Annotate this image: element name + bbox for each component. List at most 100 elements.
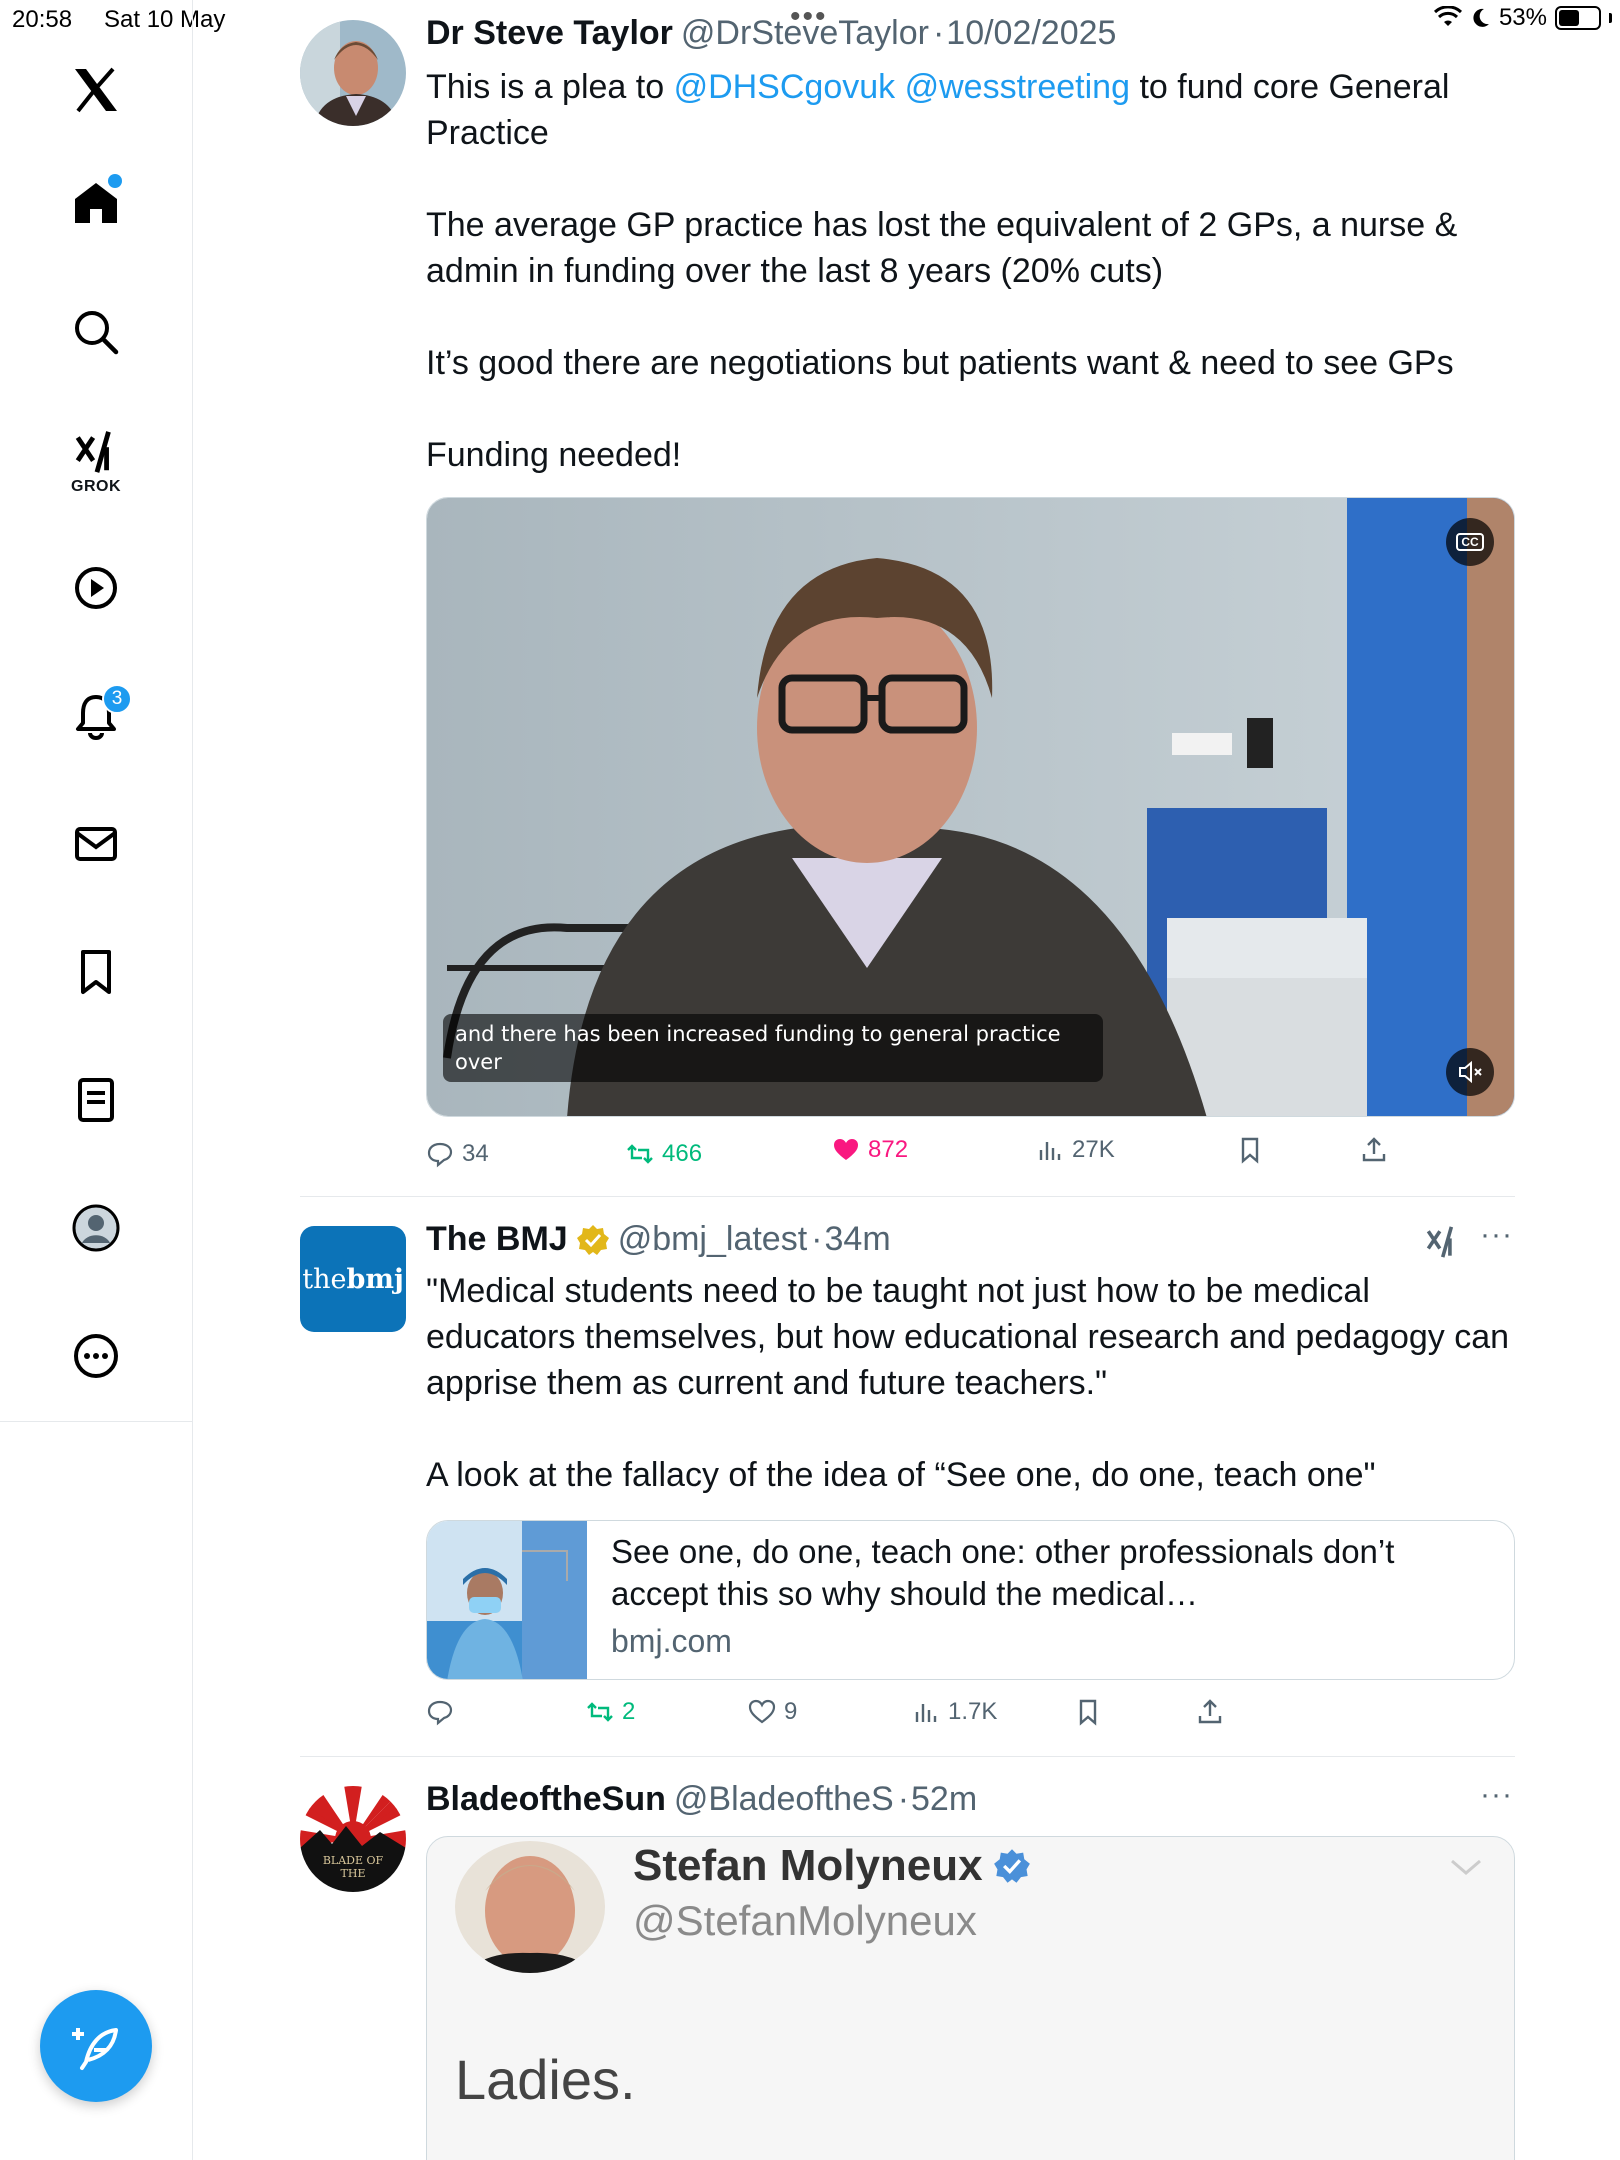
reply-button[interactable] [426,1698,454,1726]
author-handle[interactable]: @DrSteveTaylor [681,14,929,53]
bookmark-icon [1241,1137,1259,1164]
nav-messages[interactable] [46,794,146,894]
grok-icon [1426,1226,1454,1258]
avatar[interactable] [300,20,406,126]
battery-percent: 53% [1498,4,1547,31]
mention-link[interactable]: @DHSCgovuk [674,68,896,106]
share-button[interactable] [1360,1136,1388,1164]
tweet-image[interactable]: Stefan Molyneux @StefanMolyneux Ladies. [426,1836,1515,2160]
nav-bookmarks[interactable] [46,922,146,1022]
video-caption: and there has been increased funding to … [443,1014,1103,1082]
nav-lists[interactable] [46,1050,146,1150]
like-button[interactable]: 9 [748,1698,797,1726]
grok-label: GROK [71,478,121,495]
moon-icon [1473,8,1489,27]
more-icon [74,1334,118,1378]
messages-envelope-icon [75,827,117,861]
tweet-divider [300,1756,1515,1757]
muted-speaker-icon [1459,1060,1482,1084]
avatar[interactable]: BLADE OF THE [300,1786,406,1892]
bookmark-button[interactable] [1074,1698,1102,1726]
share-icon [1198,1699,1222,1724]
reply-button[interactable]: 34 [426,1140,489,1168]
tweet-text: This is a plea to @DHSCgovuk @wesstreeti… [426,68,1458,474]
bookmark-button[interactable] [1236,1136,1264,1164]
sidebar-divider [0,1421,193,1422]
nav-more[interactable] [46,1306,146,1406]
share-button[interactable] [1196,1698,1224,1726]
tweet-timestamp[interactable]: 52m [911,1780,977,1819]
status-indicators: 53% [1433,4,1612,32]
views-count: 27K [1072,1136,1115,1163]
compose-button[interactable] [40,1990,152,2102]
avatar-text: BLADE OF THE [322,1854,384,1880]
card-thumbnail [427,1521,587,1679]
lists-icon [78,1078,114,1122]
tweet-text: "Medical students need to be taught not … [426,1272,1510,1494]
video-player[interactable]: CC and there has been increased funding … [426,497,1515,1117]
link-preview-card[interactable]: See one, do one, teach one: other profes… [426,1520,1515,1680]
search-icon [75,311,119,355]
repost-button[interactable]: 2 [586,1698,635,1726]
grok-explain-button[interactable] [1424,1224,1460,1265]
share-icon [1362,1137,1386,1162]
like-count: 872 [868,1136,909,1163]
like-count: 9 [784,1698,798,1725]
quoted-text: Ladies. [455,2048,636,2111]
more-options-icon[interactable]: ··· [1480,1778,1513,1812]
repost-icon [627,1144,653,1164]
closed-captions-button[interactable]: CC [1446,518,1494,566]
repost-icon [587,1702,613,1722]
bookmark-icon [1079,1699,1097,1726]
home-unread-dot [108,174,122,188]
heart-filled-icon [834,1139,858,1160]
quoted-author-handle: @StefanMolyneux [633,1897,977,1944]
tweet-timestamp[interactable]: 10/02/2025 [946,14,1116,53]
author-name[interactable]: The BMJ [426,1220,568,1259]
repost-count: 2 [622,1698,636,1725]
author-handle[interactable]: @BladeoftheS [674,1780,894,1819]
card-domain: bmj.com [611,1623,732,1659]
views-button[interactable]: 1.7K [912,1698,997,1726]
verified-badge-icon [993,1849,1030,1883]
reply-icon [427,1142,453,1168]
x-logo-icon[interactable] [46,40,146,140]
avatar[interactable]: the bmj [300,1226,406,1332]
author-handle[interactable]: @bmj_latest [618,1220,807,1259]
author-name[interactable]: Dr Steve Taylor [426,14,673,53]
tweet-header: The BMJ @bmj_latest · 34m [426,1220,891,1259]
nav-video[interactable] [46,538,146,638]
repost-button[interactable]: 466 [626,1140,702,1168]
views-chart-icon [1039,1142,1061,1160]
compose-feather-icon [72,2028,118,2070]
nav-search[interactable] [46,282,146,382]
cc-icon: CC [1456,533,1484,551]
nav-notifications[interactable]: 3 [46,666,146,766]
reply-count: 34 [462,1140,489,1167]
card-title: See one, do one, teach one: other profes… [611,1533,1395,1612]
quoted-name-row: Stefan Molyneux [633,1841,1031,1891]
tweet-timestamp[interactable]: 34m [825,1220,891,1259]
verified-gold-badge-icon [576,1224,609,1255]
like-button[interactable]: 872 [832,1136,908,1164]
tweet-header: BladeoftheSun @BladeoftheS · 52m [426,1780,978,1819]
tweet-header: Dr Steve Taylor @DrSteveTaylor · 10/02/2… [426,14,1117,53]
more-options-icon[interactable]: ··· [1480,1218,1513,1252]
nav-home[interactable] [46,152,146,252]
mute-button[interactable] [1446,1048,1494,1096]
mention-link[interactable]: @wesstreeting [905,68,1130,106]
reply-icon [427,1700,453,1726]
views-chart-icon [915,1704,937,1722]
video-play-icon [75,567,117,609]
heart-icon [748,1699,776,1724]
wifi-icon [1433,6,1462,26]
profile-icon [72,1204,120,1252]
nav-profile[interactable] [46,1178,146,1278]
tweet-divider [300,1196,1515,1197]
repost-count: 466 [662,1140,703,1167]
nav-grok[interactable]: GROK [46,412,146,512]
chevron-down-icon [1451,1859,1481,1875]
quoted-avatar [455,1841,605,1973]
author-name[interactable]: BladeoftheSun [426,1780,666,1819]
views-button[interactable]: 27K [1036,1136,1115,1164]
